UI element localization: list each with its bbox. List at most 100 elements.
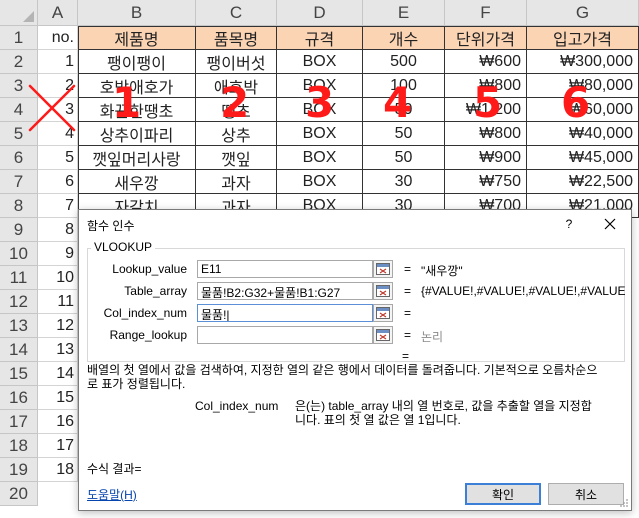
table-array-collapse-button[interactable] xyxy=(373,282,393,300)
table-cell[interactable]: ₩300,000 xyxy=(527,50,639,74)
row-header-1[interactable]: 1 xyxy=(0,26,38,50)
cell-no-header[interactable]: no. xyxy=(38,26,78,50)
col-index-num-label: Col_index_num xyxy=(103,306,187,320)
table-cell[interactable]: 15 xyxy=(38,386,78,410)
table-cell[interactable]: 12 xyxy=(38,314,78,338)
equals-sign: = xyxy=(404,284,412,298)
lookup-value-result: "새우깡" xyxy=(421,264,463,278)
table-cell[interactable]: 500 xyxy=(363,50,445,74)
row-header-18[interactable]: 18 xyxy=(0,434,38,458)
table-cell[interactable]: 팽이버섯 xyxy=(196,50,277,74)
row-header-20[interactable]: 20 xyxy=(0,482,38,506)
row-header-15[interactable]: 15 xyxy=(0,362,38,386)
red-cross-icon xyxy=(28,84,76,132)
row-header-19[interactable]: 19 xyxy=(0,458,38,482)
function-name: VLOOKUP xyxy=(91,240,156,254)
table-cell[interactable]: BOX xyxy=(277,50,363,74)
table-cell[interactable]: BOX xyxy=(277,170,363,194)
table-cell[interactable]: 과자 xyxy=(196,170,277,194)
table-cell[interactable]: 13 xyxy=(38,338,78,362)
table-header-cell[interactable]: 개수 xyxy=(363,26,445,50)
table-cell[interactable]: BOX xyxy=(277,146,363,170)
table-cell[interactable]: 9 xyxy=(38,242,78,266)
row-header-17[interactable]: 17 xyxy=(0,410,38,434)
table-cell[interactable]: 8 xyxy=(38,218,78,242)
table-cell[interactable]: 7 xyxy=(38,194,78,218)
range-lookup-input[interactable] xyxy=(197,326,373,344)
select-all-corner[interactable] xyxy=(0,0,38,26)
table-cell[interactable]: 깻잎머리사랑 xyxy=(78,146,196,170)
lookup-value-label: Lookup_value xyxy=(112,262,187,276)
dialog-title: 함수 인수 xyxy=(87,219,135,233)
row-header-11[interactable]: 11 xyxy=(0,266,38,290)
function-result-equals: = xyxy=(402,349,410,363)
column-header-d[interactable]: D xyxy=(277,0,363,26)
red-annotation-number-4: 4 xyxy=(383,78,413,127)
table-cell[interactable]: ₩900 xyxy=(445,146,527,170)
help-link[interactable]: 도움말(H) xyxy=(87,486,137,503)
table-cell[interactable]: 17 xyxy=(38,434,78,458)
lookup-value-input[interactable]: E11 xyxy=(197,260,373,278)
range-lookup-collapse-button[interactable] xyxy=(373,326,393,344)
table-cell[interactable]: 18 xyxy=(38,458,78,482)
range-select-icon xyxy=(376,263,390,275)
resize-grip-icon[interactable] xyxy=(619,498,629,508)
table-header-cell[interactable]: 품목명 xyxy=(196,26,277,50)
column-header-e[interactable]: E xyxy=(363,0,445,26)
table-array-result: {#VALUE!,#VALUE!,#VALUE!,#VALUE! xyxy=(421,284,626,298)
red-annotation-number-3: 3 xyxy=(305,78,335,127)
equals-sign: = xyxy=(404,306,412,320)
row-header-7[interactable]: 7 xyxy=(0,170,38,194)
lookup-value-collapse-button[interactable] xyxy=(373,260,393,278)
cancel-button[interactable]: 취소 xyxy=(548,483,624,505)
range-select-icon xyxy=(376,329,390,341)
row-header-14[interactable]: 14 xyxy=(0,338,38,362)
table-cell[interactable]: 11 xyxy=(38,290,78,314)
row-header-6[interactable]: 6 xyxy=(0,146,38,170)
table-cell[interactable]: 새우깡 xyxy=(78,170,196,194)
equals-sign: = xyxy=(404,328,412,342)
table-cell[interactable]: 14 xyxy=(38,362,78,386)
table-cell[interactable]: ₩45,000 xyxy=(527,146,639,170)
table-array-input[interactable]: 물품!B2:G32+물품!B1:G27 xyxy=(197,282,373,300)
argument-description-text: 은(는) table_array 내의 열 번호로, 값을 추출할 열을 지정합… xyxy=(295,399,592,427)
col-index-num-collapse-button[interactable] xyxy=(373,304,393,322)
table-cell[interactable]: 30 xyxy=(363,170,445,194)
column-header-f[interactable]: F xyxy=(445,0,527,26)
table-cell[interactable]: 5 xyxy=(38,146,78,170)
column-header-a[interactable]: A xyxy=(38,0,78,26)
help-question-button[interactable]: ? xyxy=(556,212,582,236)
col-index-num-input[interactable]: 물품!| xyxy=(197,304,373,322)
argument-description-name: Col_index_num xyxy=(195,399,279,413)
range-lookup-label: Range_lookup xyxy=(109,328,187,342)
column-header-c[interactable]: C xyxy=(196,0,277,26)
table-cell[interactable]: 깻잎 xyxy=(196,146,277,170)
row-header-12[interactable]: 12 xyxy=(0,290,38,314)
row-header-13[interactable]: 13 xyxy=(0,314,38,338)
table-cell[interactable]: 6 xyxy=(38,170,78,194)
table-header-cell[interactable]: 규격 xyxy=(277,26,363,50)
equals-sign: = xyxy=(404,262,412,276)
row-header-9[interactable]: 9 xyxy=(0,218,38,242)
table-cell[interactable]: 팽이팽이 xyxy=(78,50,196,74)
table-cell[interactable]: ₩600 xyxy=(445,50,527,74)
table-header-cell[interactable]: 단위가격 xyxy=(445,26,527,50)
ok-button[interactable]: 확인 xyxy=(465,483,541,505)
column-header-g[interactable]: G xyxy=(527,0,639,26)
row-header-16[interactable]: 16 xyxy=(0,386,38,410)
table-cell[interactable]: ₩22,500 xyxy=(527,170,639,194)
row-header-2[interactable]: 2 xyxy=(0,50,38,74)
table-cell[interactable]: 50 xyxy=(363,146,445,170)
table-cell[interactable]: ₩750 xyxy=(445,170,527,194)
close-button[interactable] xyxy=(595,212,625,236)
row-header-10[interactable]: 10 xyxy=(0,242,38,266)
table-cell[interactable]: 1 xyxy=(38,50,78,74)
column-header-b[interactable]: B xyxy=(78,0,196,26)
table-header-cell[interactable]: 제품명 xyxy=(78,26,196,50)
red-annotation-number-5: 5 xyxy=(473,78,503,127)
table-cell[interactable]: 16 xyxy=(38,410,78,434)
red-annotation-number-1: 1 xyxy=(112,78,142,127)
table-header-cell[interactable]: 입고가격 xyxy=(527,26,639,50)
table-cell[interactable]: 10 xyxy=(38,266,78,290)
row-header-8[interactable]: 8 xyxy=(0,194,38,218)
